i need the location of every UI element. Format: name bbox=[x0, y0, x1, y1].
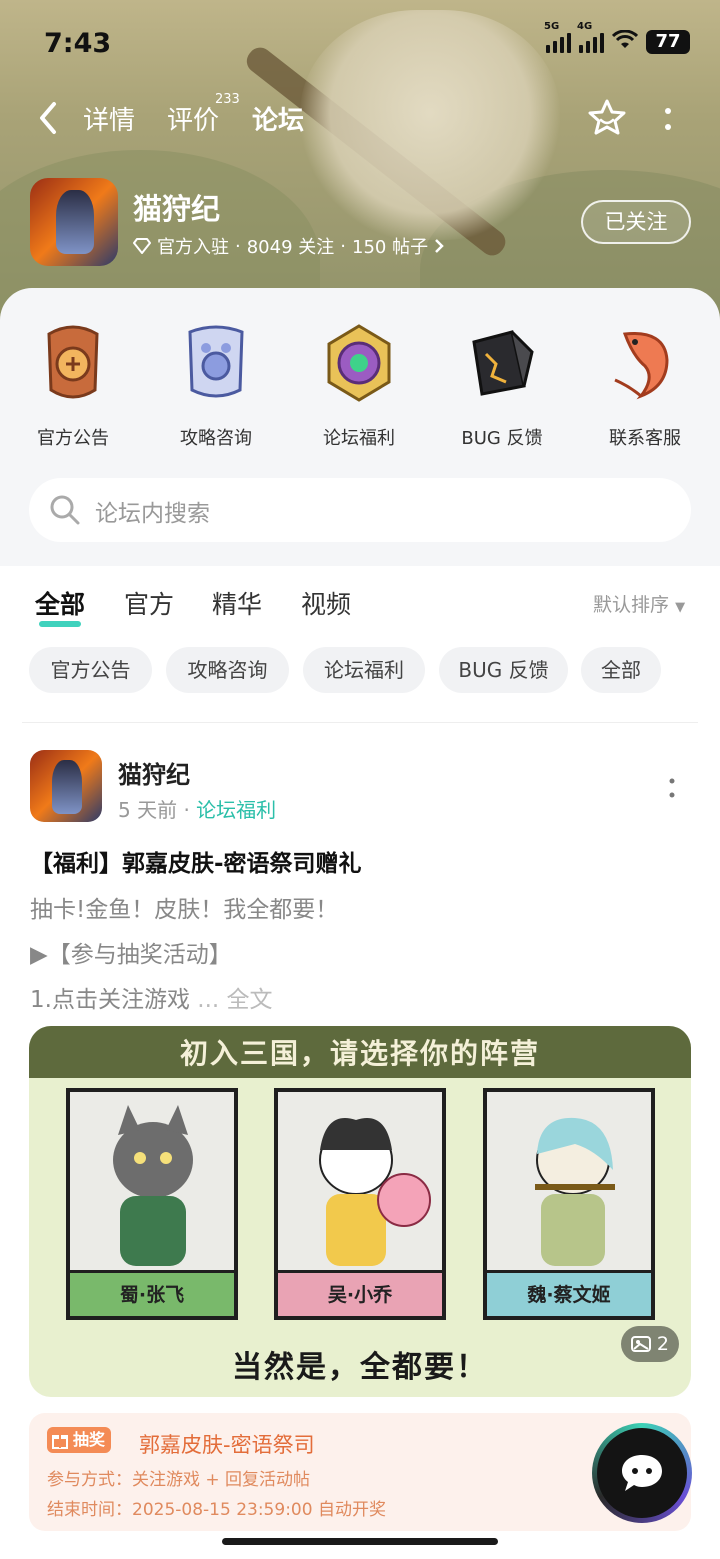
filter-chip[interactable]: BUG 反馈 bbox=[439, 647, 568, 693]
shortcut-label: 论坛福利 bbox=[323, 428, 395, 449]
poster-headline: 初入三国，请选择你的阵营 bbox=[29, 1026, 691, 1078]
more-vertical-icon[interactable] bbox=[662, 106, 674, 132]
faction-card-name: 蜀·张飞 bbox=[70, 1270, 234, 1316]
cellular-5g-icon: 5G bbox=[544, 21, 571, 53]
post-meta: 5 天前 · 论坛福利 bbox=[118, 798, 277, 822]
shortcut-bug[interactable]: BUG 反馈 bbox=[442, 320, 562, 450]
faction-card-wu: 吴·小乔 bbox=[274, 1088, 446, 1320]
game-meta[interactable]: 官方入驻 · 8049 关注 · 150 帖子 bbox=[133, 233, 444, 259]
review-count-badge: 233 bbox=[215, 92, 240, 107]
cat-warrior-art bbox=[113, 1105, 193, 1266]
active-feed-underline bbox=[39, 621, 82, 627]
star-favorite-icon[interactable] bbox=[587, 98, 627, 138]
search-icon bbox=[50, 495, 80, 525]
gift-medallion-icon bbox=[319, 320, 399, 406]
image-count-badge: 2 bbox=[620, 1326, 679, 1362]
feed-tab-video[interactable]: 视频 bbox=[301, 585, 351, 621]
filter-chip[interactable]: 攻略咨询 bbox=[166, 647, 289, 693]
shortcut-welfare[interactable]: 论坛福利 bbox=[299, 320, 419, 450]
tab-review-label: 评价 bbox=[167, 106, 220, 136]
faction-card-wei: 魏·蔡文姬 bbox=[483, 1088, 655, 1320]
tab-forum-label: 论坛 bbox=[252, 106, 305, 136]
sort-label: 默认排序 bbox=[593, 594, 670, 616]
back-arrow-icon[interactable] bbox=[36, 100, 60, 136]
divider bbox=[22, 722, 698, 723]
post-category-link[interactable]: 论坛福利 bbox=[196, 798, 276, 822]
diamond-verified-icon bbox=[133, 238, 151, 254]
post-image-poster[interactable]: 初入三国，请选择你的阵营 蜀·张飞 吴·小乔 魏·蔡文姬 当然是，全都要！ 2 bbox=[29, 1026, 691, 1397]
cat-scholar-art bbox=[535, 1117, 615, 1266]
shortcut-guide[interactable]: 攻略咨询 bbox=[156, 320, 276, 450]
tab-forum[interactable]: 论坛 bbox=[252, 100, 305, 141]
chat-floating-button[interactable] bbox=[592, 1423, 692, 1523]
chevron-right-icon bbox=[435, 239, 444, 253]
feed-tab-featured[interactable]: 精华 bbox=[212, 585, 262, 621]
follow-button[interactable]: 已关注 bbox=[581, 200, 691, 244]
faction-card-name: 吴·小乔 bbox=[278, 1270, 442, 1316]
official-badge: 官方入驻 bbox=[157, 237, 229, 258]
image-stack-icon bbox=[630, 1336, 651, 1352]
lottery-prize-title: 郭嘉皮肤-密语祭司 bbox=[139, 1433, 315, 1457]
game-icon[interactable] bbox=[30, 178, 118, 266]
lottery-end-time: 结束时间：2025-08-15 23:59:00 自动开奖 bbox=[47, 1500, 386, 1520]
status-icons: 5G 4G 77 bbox=[544, 21, 690, 54]
lottery-method: 参与方式：关注游戏 + 回复活动帖 bbox=[47, 1470, 311, 1490]
poster-footer-text: 当然是，全都要！ bbox=[232, 1350, 488, 1385]
home-indicator bbox=[222, 1538, 498, 1545]
shortcut-label: 攻略咨询 bbox=[180, 428, 252, 449]
shortcut-label: 联系客服 bbox=[609, 428, 681, 449]
filter-chip[interactable]: 论坛福利 bbox=[303, 647, 425, 693]
battery-indicator: 77 bbox=[646, 30, 690, 54]
post-author-avatar[interactable] bbox=[30, 750, 102, 822]
post-more-icon[interactable] bbox=[668, 778, 676, 798]
wifi-icon bbox=[611, 29, 639, 54]
filter-chip[interactable]: 全部 bbox=[581, 647, 661, 693]
feed-tab-official[interactable]: 官方 bbox=[124, 585, 174, 621]
post-excerpt-line: 抽卡!金鱼！皮肤！我全都要！ bbox=[30, 897, 339, 923]
gift-icon bbox=[52, 1435, 68, 1449]
post-author-name[interactable]: 猫狩纪 bbox=[118, 755, 190, 790]
announcement-token-icon bbox=[33, 320, 113, 406]
post-excerpt-line: 1.点击关注游戏 ... 全文 bbox=[30, 987, 273, 1013]
koi-fish-icon bbox=[605, 320, 685, 406]
faction-card-name: 魏·蔡文姬 bbox=[487, 1270, 651, 1316]
feed-tab-label: 全部 bbox=[35, 590, 86, 619]
post-excerpt-line: ▶【参与抽奖活动】 bbox=[30, 942, 232, 968]
cellular-4g-icon: 4G bbox=[577, 21, 604, 53]
tab-review[interactable]: 评价 233 bbox=[167, 92, 240, 137]
tab-detail[interactable]: 详情 bbox=[83, 100, 135, 137]
post-time: 5 天前 bbox=[118, 798, 178, 822]
read-full-link[interactable]: ... 全文 bbox=[197, 987, 272, 1013]
guide-token-icon bbox=[176, 320, 256, 406]
filter-chip[interactable]: 官方公告 bbox=[29, 647, 152, 693]
shortcut-service[interactable]: 联系客服 bbox=[585, 320, 705, 450]
post-title[interactable]: 【福利】郭嘉皮肤-密语祭司赠礼 bbox=[30, 844, 362, 878]
game-name: 猫狩纪 bbox=[133, 192, 221, 226]
lottery-tag: 抽奖 bbox=[47, 1427, 112, 1453]
bug-stone-icon bbox=[462, 320, 542, 406]
status-time: 7:43 bbox=[44, 28, 112, 59]
posts-count: 150 帖子 bbox=[352, 237, 429, 258]
faction-card-shu: 蜀·张飞 bbox=[66, 1088, 238, 1320]
caret-down-icon: ▼ bbox=[675, 600, 686, 615]
chat-bubble-icon bbox=[622, 1455, 662, 1491]
cat-maiden-art bbox=[319, 1118, 431, 1266]
search-placeholder: 论坛内搜索 bbox=[95, 501, 210, 527]
forum-search-input[interactable]: 论坛内搜索 bbox=[29, 478, 691, 542]
followers-count: 8049 关注 bbox=[246, 237, 335, 258]
shortcut-label: 官方公告 bbox=[37, 428, 109, 449]
feed-tab-all[interactable]: 全部 bbox=[35, 585, 86, 627]
shortcut-label: BUG 反馈 bbox=[461, 428, 543, 449]
sort-dropdown[interactable]: 默认排序 ▼ bbox=[593, 590, 685, 617]
shortcut-announcement[interactable]: 官方公告 bbox=[13, 320, 133, 450]
